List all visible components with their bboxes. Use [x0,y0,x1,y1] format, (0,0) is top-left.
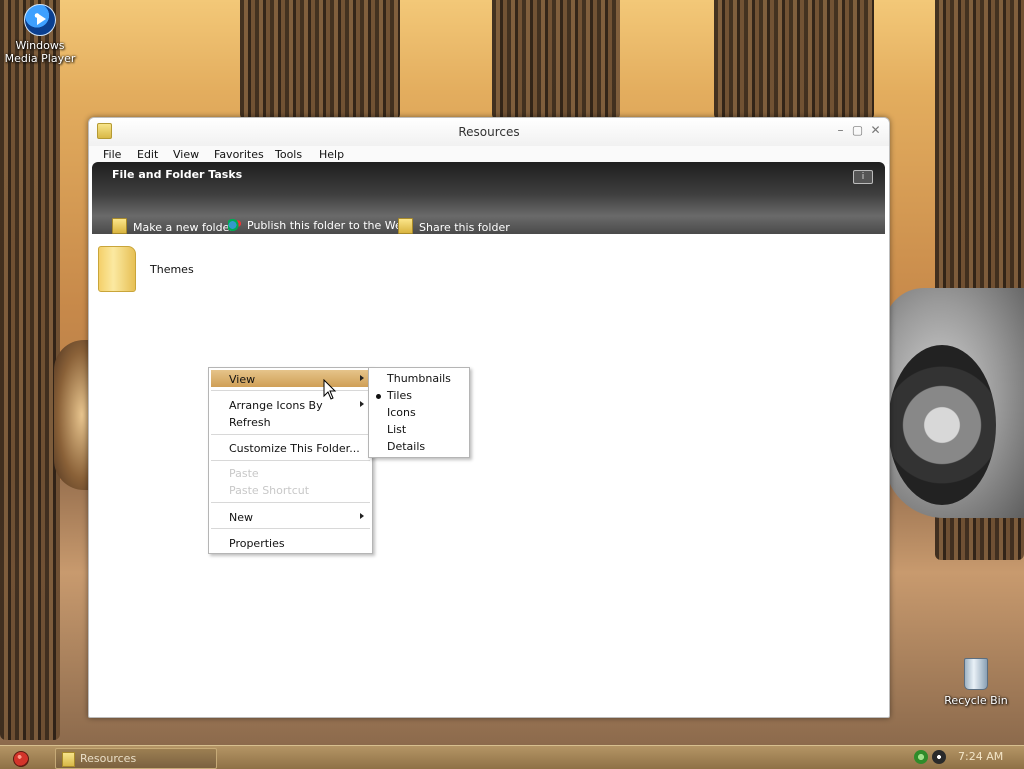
desktop-icon-recycle-bin[interactable]: Recycle Bin [936,658,1016,707]
menu-edit[interactable]: Edit [137,148,158,161]
task-label: Publish this folder to the Web [247,219,409,232]
windows-media-player-icon [24,4,56,36]
menu-separator [211,434,370,435]
context-menu-label: Arrange Icons By [229,399,323,412]
context-menu-label: Paste [229,467,259,480]
task-label: Make a new folder [133,221,234,234]
taskbar-task-resources[interactable]: Resources [55,748,217,769]
recycle-bin-icon [964,658,988,690]
selected-bullet-icon [376,394,381,399]
context-menu-label: View [229,373,256,386]
folder-icon [98,246,136,292]
wallpaper-pillar [240,0,400,120]
desktop-icon-label: Windows [15,39,65,52]
wallpaper-pillar [714,0,874,120]
submenu-arrow-icon [360,513,364,519]
wallpaper-pillar [492,0,620,120]
context-menu-item-customize-folder[interactable]: Customize This Folder... [211,439,370,456]
maximize-button[interactable]: ▢ [851,124,864,137]
task-label: Share this folder [419,221,510,234]
view-option-label: Thumbnails [387,372,451,385]
publish-web-icon [228,218,241,232]
window-title: Resources [458,125,520,139]
tray-volume-icon[interactable] [932,750,946,764]
task-make-new-folder[interactable]: Make a new folder [112,218,234,234]
menu-favorites[interactable]: Favorites [214,148,264,161]
view-option-tiles[interactable]: Tiles [369,387,469,404]
taskbar: Resources 7:24 AM [0,745,1024,769]
menu-help[interactable]: Help [319,148,344,161]
minimize-button[interactable]: – [834,124,847,137]
menu-file[interactable]: File [103,148,121,161]
context-menu-label: Customize This Folder... [229,442,360,455]
context-menu-item-properties[interactable]: Properties [211,534,370,551]
context-menu-label: Paste Shortcut [229,484,310,497]
context-menu-label: Properties [229,537,285,550]
desktop-icon-windows-media-player[interactable]: Windows Media Player [0,2,80,65]
share-folder-icon [398,218,413,234]
menu-separator [211,528,370,529]
view-option-label: Tiles [387,389,412,402]
start-button[interactable] [13,751,29,767]
submenu-arrow-icon [360,375,364,381]
view-option-label: List [387,423,407,436]
context-menu-item-paste-shortcut: Paste Shortcut [211,481,370,498]
context-menu-item-view[interactable]: View [211,370,370,387]
menu-tools[interactable]: Tools [275,148,302,161]
desktop-icon-label: Recycle Bin [944,694,1008,707]
context-menu: View Arrange Icons By Refresh Customize … [208,367,373,554]
tray-network-icon[interactable] [914,750,928,764]
context-menu-item-paste: Paste [211,464,370,481]
context-menu-label: New [229,511,253,524]
task-pane: File and Folder Tasks i Make a new folde… [92,162,885,234]
view-option-icons[interactable]: Icons [369,404,469,421]
folder-item-label: Themes [150,263,194,276]
view-submenu: Thumbnails Tiles Icons List Details [368,367,470,458]
context-menu-item-new[interactable]: New [211,508,370,525]
task-pane-toggle-button[interactable]: i [853,170,873,184]
view-option-details[interactable]: Details [369,438,469,455]
menu-view[interactable]: View [173,148,199,161]
context-menu-item-refresh[interactable]: Refresh [211,413,370,430]
submenu-arrow-icon [360,401,364,407]
window-titlebar[interactable]: Resources – ▢ ✕ [89,118,889,146]
close-button[interactable]: ✕ [869,124,882,137]
wallpaper-car-wheel [888,345,996,505]
view-option-list[interactable]: List [369,421,469,438]
context-menu-item-arrange-icons-by[interactable]: Arrange Icons By [211,396,370,413]
view-option-label: Icons [387,406,416,419]
menu-separator [211,460,370,461]
task-share-folder[interactable]: Share this folder [398,218,510,234]
new-folder-icon [112,218,127,234]
taskbar-clock[interactable]: 7:24 AM [958,750,1003,763]
task-pane-title: File and Folder Tasks [112,168,243,181]
context-menu-label: Refresh [229,416,271,429]
view-option-thumbnails[interactable]: Thumbnails [369,370,469,387]
task-publish-to-web[interactable]: Publish this folder to the Web [228,218,409,232]
desktop-icon-label: Media Player [4,52,76,65]
menu-separator [211,502,370,503]
wallpaper-pillar [0,0,60,740]
menu-separator [211,390,370,391]
folder-icon [62,752,75,767]
taskbar-task-label: Resources [80,752,137,765]
view-option-label: Details [387,440,426,453]
